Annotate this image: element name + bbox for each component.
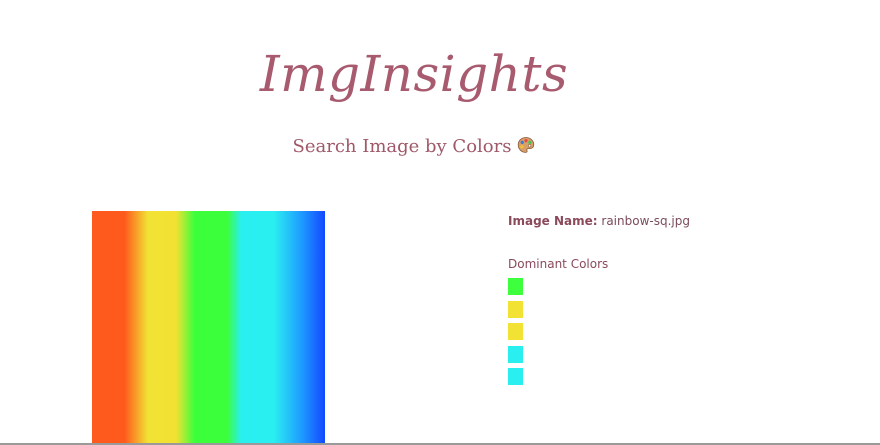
- color-swatch[interactable]: [508, 323, 523, 340]
- color-swatch[interactable]: [508, 368, 523, 385]
- color-swatch[interactable]: [508, 345, 523, 363]
- image-name-value: rainbow-sq.jpg: [601, 214, 690, 228]
- image-name-row: Image Name: rainbow-sq.jpg: [508, 212, 690, 230]
- page: ImgInsights Search Image by Colors Image…: [0, 0, 880, 445]
- color-swatch[interactable]: [508, 278, 523, 295]
- uploaded-image-preview: [92, 211, 325, 445]
- dominant-colors-list: [508, 278, 690, 385]
- image-info-panel: Image Name: rainbow-sq.jpg Dominant Colo…: [508, 212, 690, 391]
- dominant-colors-heading: Dominant Colors: [508, 257, 609, 271]
- app-title: ImgInsights: [259, 45, 569, 103]
- image-name-label: Image Name:: [508, 214, 598, 228]
- subtitle-row: Search Image by Colors: [0, 135, 828, 159]
- artist-palette-icon: [517, 136, 535, 154]
- subtitle-text: Search Image by Colors: [292, 136, 512, 157]
- color-swatch[interactable]: [508, 300, 523, 318]
